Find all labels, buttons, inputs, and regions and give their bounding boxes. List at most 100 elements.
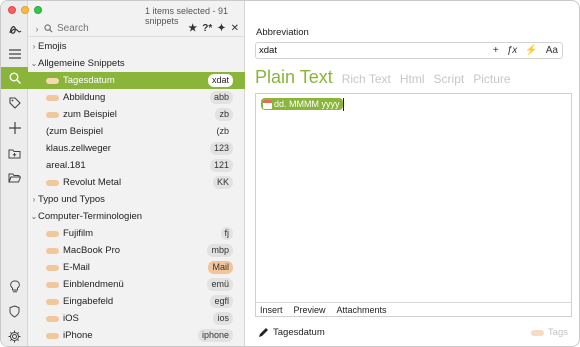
editor-footer-tabs: Insert Preview Attachments	[256, 302, 571, 316]
abbreviation-field[interactable]: xdat + ƒx ⚡ Aa	[255, 42, 563, 59]
tab-script[interactable]: Script	[434, 72, 465, 86]
abbreviation-badge: fj	[220, 227, 233, 240]
tag-icon	[46, 179, 59, 186]
tab-picture[interactable]: Picture	[473, 72, 510, 86]
function-icon[interactable]: ƒx	[507, 45, 518, 56]
atext-logo-icon[interactable]	[1, 19, 28, 41]
abbreviation-label: Abbreviation	[256, 27, 309, 38]
folder-add-icon[interactable]	[1, 142, 28, 164]
calendar-icon	[263, 99, 272, 109]
app-window: 1 items selected - 91 snippets › ★ ?* ✦ …	[0, 0, 580, 347]
tag-icon	[46, 332, 59, 339]
tag-icon	[46, 94, 59, 101]
window-title: aText	[489, 4, 579, 15]
snippet-name[interactable]: Tagesdatum	[273, 327, 325, 338]
snippet-list-pane: 1 items selected - 91 snippets › ★ ?* ✦ …	[28, 1, 245, 346]
folder-open-icon[interactable]	[1, 166, 28, 188]
tag-icon	[46, 315, 59, 322]
zoom-window-button[interactable]	[34, 6, 42, 14]
folder-row[interactable]: ⌄ Computer-Terminologien	[28, 208, 245, 225]
abbreviation-badge: abb	[209, 91, 233, 104]
snippet-row[interactable]: Abbildung abb	[28, 89, 245, 106]
snippet-row[interactable]: (zum Beispiel (zb	[28, 123, 245, 140]
tag-icon	[46, 264, 59, 271]
chevron-right-icon[interactable]: ›	[30, 195, 38, 204]
snippet-row[interactable]: MacBook Pro mbp	[28, 242, 245, 259]
folder-row[interactable]: › Typo und Typos	[28, 191, 245, 208]
tag-icon	[46, 230, 59, 237]
sparkle-icon[interactable]: ✦	[217, 23, 225, 34]
abbreviation-value[interactable]: xdat	[259, 45, 277, 56]
tag-icon	[46, 247, 59, 254]
tab-html[interactable]: Html	[400, 72, 425, 86]
tags-field[interactable]: Tags	[530, 327, 568, 338]
search-icon[interactable]	[1, 67, 28, 89]
folder-label: Typo und Typos	[38, 194, 105, 205]
close-icon[interactable]: ✕	[231, 23, 239, 34]
footer-tab-attachments[interactable]: Attachments	[337, 305, 387, 315]
abbreviation-badge: emü	[207, 278, 233, 291]
snippet-row[interactable]: iPhone iphone	[28, 327, 245, 344]
folder-label: Emojis	[38, 41, 67, 52]
snippet-row[interactable]: Revolut Metal KK	[28, 174, 245, 191]
chevron-down-icon[interactable]: ⌄	[30, 212, 38, 221]
shield-icon[interactable]	[1, 300, 28, 322]
snippet-row[interactable]: Tagesdatum xdat	[28, 72, 245, 89]
snippet-label: MacBook Pro	[63, 245, 121, 256]
snippet-row[interactable]: Einblendmenü emü	[28, 276, 245, 293]
snippet-label: iPhone	[63, 330, 93, 341]
snippet-detail: aText Abbreviation xdat + ƒx ⚡ Aa Plain …	[245, 1, 579, 346]
tag-icon	[530, 329, 544, 336]
snippet-label: Eingabefeld	[63, 296, 114, 307]
tag-icon[interactable]	[1, 92, 28, 114]
search-input[interactable]	[57, 23, 167, 34]
snippet-tree: › Emojis ⌄ Allgemeine Snippets Tagesdatum xda…	[28, 38, 245, 344]
abbreviation-badge: KK	[212, 176, 233, 189]
snippet-label: klaus.zellweger	[46, 143, 111, 154]
tab-rich-text[interactable]: Rich Text	[342, 72, 391, 86]
abbreviation-badge: (zb	[216, 126, 229, 136]
date-token[interactable]: dd. MMMM yyyy	[261, 98, 343, 110]
snippet-row[interactable]: Fujifilm fj	[28, 225, 245, 242]
folder-label: Computer-Terminologien	[38, 211, 143, 222]
abbreviation-badge: egfl	[210, 295, 233, 308]
snippet-label: (zum Beispiel	[46, 126, 104, 137]
lightbulb-icon[interactable]	[1, 275, 28, 297]
chevron-right-icon[interactable]: ›	[32, 24, 42, 34]
folder-row[interactable]: › Emojis	[28, 38, 245, 55]
snippet-label: Fujifilm	[63, 228, 94, 239]
case-icon[interactable]: Aa	[546, 45, 558, 56]
tag-icon	[46, 111, 59, 118]
snippet-row[interactable]: E-Mail Mail	[28, 259, 245, 276]
chevron-down-icon[interactable]: ⌄	[30, 59, 38, 68]
snippet-label: zum Beispiel	[63, 109, 117, 120]
search-bar: › ★ ?* ✦ ✕	[28, 21, 245, 37]
footer-tab-insert[interactable]: Insert	[260, 305, 283, 315]
snippet-row[interactable]: Eingabefeld egfl	[28, 293, 245, 310]
regex-icon[interactable]: ?*	[202, 23, 212, 34]
snippet-row[interactable]: klaus.zellweger 123	[28, 140, 245, 157]
abbreviation-badge: 121	[209, 159, 233, 172]
menu-icon[interactable]	[1, 43, 28, 65]
gear-icon[interactable]	[1, 325, 28, 346]
close-window-button[interactable]	[8, 6, 16, 14]
folder-row[interactable]: ⌄ Allgemeine Snippets	[28, 55, 245, 72]
snippet-row[interactable]: zum Beispiel zb	[28, 106, 245, 123]
footer-tab-preview[interactable]: Preview	[294, 305, 326, 315]
tag-icon	[46, 298, 59, 305]
abbreviation-badge: Mail	[208, 261, 233, 274]
minimize-window-button[interactable]	[21, 6, 29, 14]
snippet-editor[interactable]: dd. MMMM yyyy Insert Preview Attachments	[255, 93, 572, 317]
abbreviation-badge: zb	[215, 108, 233, 121]
star-icon[interactable]: ★	[188, 23, 197, 34]
content-type-tabs: Plain Text Rich Text Html Script Picture	[255, 67, 511, 88]
bolt-icon[interactable]: ⚡	[525, 45, 537, 56]
abbreviation-badge: ios	[213, 312, 233, 325]
chevron-right-icon[interactable]: ›	[30, 42, 38, 51]
plus-icon[interactable]	[1, 117, 28, 139]
tab-plain-text[interactable]: Plain Text	[255, 67, 333, 88]
snippet-row[interactable]: iOS ios	[28, 310, 245, 327]
snippet-row[interactable]: areal.181 121	[28, 157, 245, 174]
snippet-label: Abbildung	[63, 92, 106, 103]
plus-icon[interactable]: +	[493, 45, 499, 56]
